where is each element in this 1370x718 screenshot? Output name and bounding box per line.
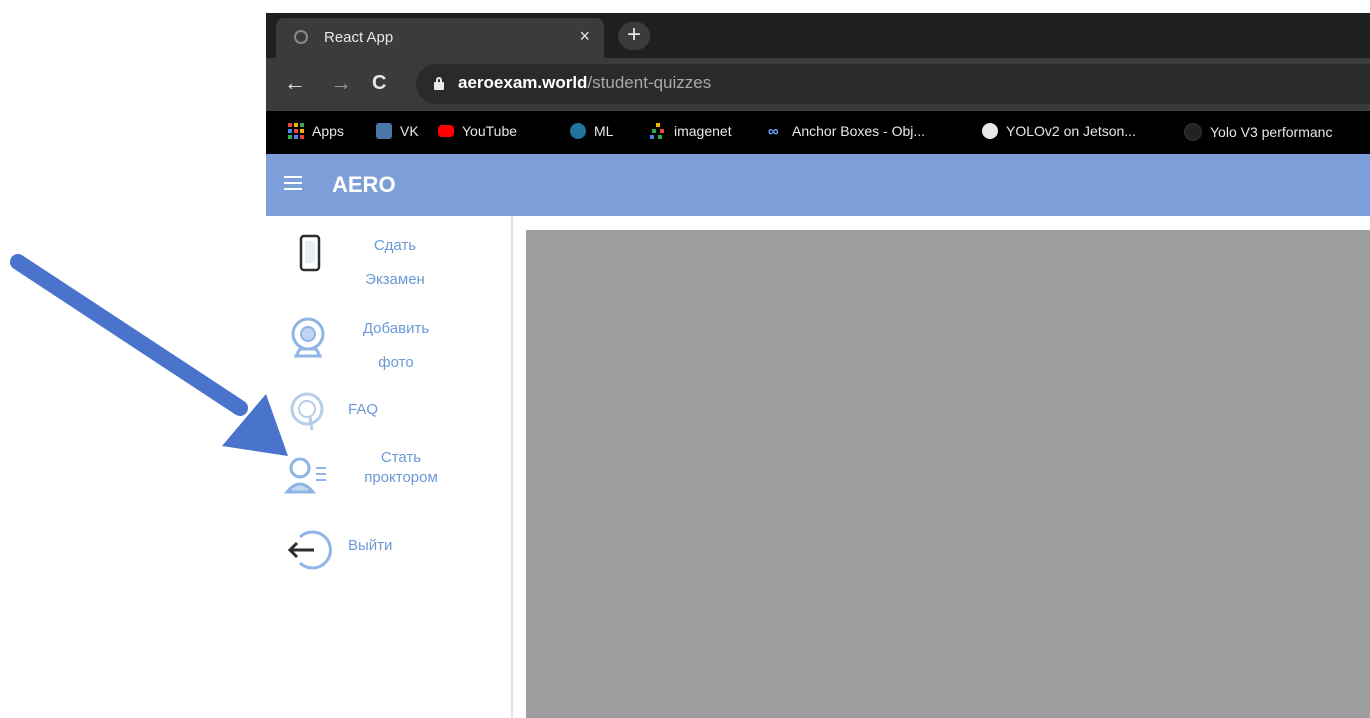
- tab-title: React App: [324, 29, 394, 46]
- url-text[interactable]: aeroexam.world/student-quizzes: [458, 73, 711, 93]
- sidebar-item-label: FAQ: [348, 401, 379, 418]
- vk-icon: [376, 123, 392, 139]
- wordpress-icon: [570, 123, 586, 139]
- tab-react-app[interactable]: React App ×: [276, 18, 604, 58]
- lock-icon: [434, 77, 444, 90]
- url-host: aeroexam.world: [458, 73, 588, 92]
- main-content-area: [526, 230, 1370, 718]
- imagenet-icon: [650, 123, 664, 139]
- github-icon: [1184, 123, 1202, 141]
- reload-button[interactable]: C: [372, 71, 386, 95]
- sidebar-item-label: Стать проктором: [364, 449, 438, 486]
- address-bar[interactable]: aeroexam.world/student-quizzes: [416, 64, 1370, 104]
- sidebar-item-label: Выйти: [348, 537, 393, 554]
- browser-toolbar: ← → C aeroexam.world/student-quizzes: [266, 58, 1370, 111]
- bookmarks-bar: Apps VK YouTube ML imagenet ∞ Anchor Box…: [266, 111, 1370, 154]
- bookmark-label: ML: [594, 123, 614, 139]
- browser-window: React App × + ← → C aeroexam.world/stude…: [266, 13, 1370, 718]
- sidebar-item-label: Сдать Экзамен: [365, 237, 425, 288]
- globe-icon: [982, 123, 998, 139]
- bookmark-label: Anchor Boxes - Obj...: [792, 123, 926, 139]
- bookmark-label: imagenet: [674, 123, 732, 139]
- close-tab-icon[interactable]: ×: [579, 26, 590, 47]
- bookmark-anchor-boxes[interactable]: ∞ Anchor Boxes - Obj...: [768, 123, 926, 140]
- logout-icon: [287, 530, 332, 570]
- sidebar-item-label: Добавить фото: [362, 320, 430, 371]
- app-brand: AERO: [332, 172, 396, 197]
- youtube-icon: [438, 125, 454, 137]
- app-header: AERO: [266, 154, 1370, 216]
- infinity-icon: ∞: [768, 123, 779, 140]
- tab-strip: React App × +: [266, 13, 1370, 58]
- new-tab-button[interactable]: +: [618, 22, 650, 50]
- bookmark-ml[interactable]: ML: [570, 123, 613, 139]
- bookmark-label: VK: [400, 123, 419, 139]
- bookmark-youtube[interactable]: YouTube: [438, 123, 517, 139]
- bookmark-label: YOLOv2 on Jetson...: [1006, 123, 1136, 139]
- sidebar-item-logout[interactable]: Выйти: [266, 522, 511, 574]
- bookmark-yolov3[interactable]: Yolo V3 performanc: [1184, 123, 1332, 141]
- annotation-arrow: [10, 254, 288, 456]
- url-path: /student-quizzes: [587, 73, 712, 92]
- bookmark-label: Yolo V3 performanc: [1210, 124, 1333, 140]
- bookmark-imagenet[interactable]: imagenet: [650, 123, 732, 139]
- bookmark-vk[interactable]: VK: [376, 123, 419, 139]
- bookmark-label: YouTube: [462, 123, 518, 139]
- bookmark-yolov2[interactable]: YOLOv2 on Jetson...: [982, 123, 1136, 139]
- forward-button[interactable]: →: [330, 71, 352, 95]
- sidebar-divider: [511, 216, 513, 718]
